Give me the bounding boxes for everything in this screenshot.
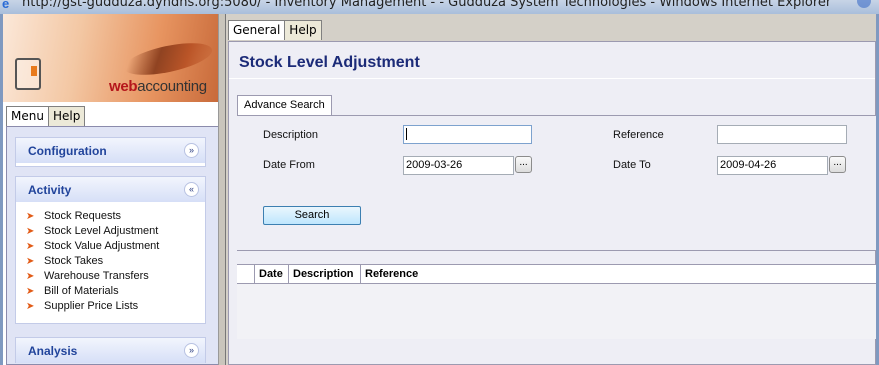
description-field[interactable] [403, 125, 532, 144]
chevron-double-up-icon[interactable]: « [184, 182, 199, 197]
sidebar-item-warehouse-transfers[interactable]: ➤ Warehouse Transfers [26, 270, 149, 285]
title-divider [229, 78, 875, 79]
main-tab-strip: General Help [228, 20, 322, 41]
brand-name-rest: accounting [137, 78, 207, 95]
section-activity-label: Activity [28, 183, 72, 197]
sidebar-item-stock-level-adjustment[interactable]: ➤ Stock Level Adjustment [26, 225, 158, 240]
chevron-double-down-icon[interactable]: » [184, 343, 199, 358]
section-configuration[interactable]: Configuration » [15, 137, 206, 163]
sidebar-item-stock-value-adjustment[interactable]: ➤ Stock Value Adjustment [26, 240, 159, 255]
sidebar-item-label: Bill of Materials [44, 285, 119, 297]
date-from-picker-button[interactable]: ... [515, 156, 532, 173]
tab-menu[interactable]: Menu [6, 106, 49, 126]
section-activity[interactable]: Activity « [15, 176, 206, 202]
date-from-field[interactable]: 2009-03-26 [403, 156, 514, 175]
webaccounting-logo: webaccounting [3, 14, 218, 102]
sidebar-item-label: Stock Level Adjustment [44, 225, 159, 237]
page-title: Stock Level Adjustment [239, 54, 420, 71]
main-content: Stock Level Adjustment Advance Search De… [228, 41, 877, 365]
left-pane: webaccounting Menu Help Configuration » A… [0, 14, 219, 365]
search-button[interactable]: Search [263, 206, 361, 225]
reference-label: Reference [613, 129, 664, 141]
brush-stroke-decoration [121, 36, 215, 82]
tab-help-main[interactable]: Help [284, 20, 322, 40]
results-table: Date Description Reference [237, 264, 877, 339]
sidebar-menu: Configuration » Activity « ➤ Stock Reques… [6, 126, 219, 365]
window-title-bar: e http://gst-gudduza.dyndns.org:5080/ - … [0, 0, 879, 14]
section-analysis[interactable]: Analysis » [15, 337, 206, 363]
arrow-right-icon: ➤ [26, 256, 35, 267]
left-tab-strip: Menu Help [6, 106, 86, 126]
text-caret [406, 128, 407, 141]
sidebar-item-stock-takes[interactable]: ➤ Stock Takes [26, 255, 103, 270]
main-pane: General Help Stock Level Adjustment Advan… [226, 14, 879, 365]
tab-general[interactable]: General [228, 20, 286, 40]
table-header-description[interactable]: Description [289, 265, 361, 284]
sidebar-item-label: Stock Value Adjustment [44, 240, 160, 252]
brand-name: webaccounting [109, 78, 207, 95]
sidebar-item-label: Supplier Price Lists [44, 300, 139, 312]
section-analysis-label: Analysis [28, 344, 78, 358]
window-controls[interactable] [857, 0, 871, 8]
document-icon [15, 58, 41, 90]
sidebar-item-label: Warehouse Transfers [44, 270, 149, 282]
results-table-header: Date Description Reference [237, 265, 877, 284]
arrow-right-icon: ➤ [26, 211, 35, 222]
date-to-label: Date To [613, 159, 651, 171]
date-from-value: 2009-03-26 [406, 159, 463, 171]
tab-advance-search[interactable]: Advance Search [237, 95, 332, 116]
description-label: Description [263, 129, 319, 141]
arrow-right-icon: ➤ [26, 271, 35, 282]
sidebar-item-supplier-price-lists[interactable]: ➤ Supplier Price Lists [26, 300, 138, 315]
chevron-double-down-icon[interactable]: » [184, 143, 199, 158]
arrow-right-icon: ➤ [26, 286, 35, 297]
tab-help-left[interactable]: Help [47, 106, 86, 126]
arrow-right-icon: ➤ [26, 226, 35, 237]
brand-name-bold: web [109, 78, 138, 95]
reference-field[interactable] [717, 125, 847, 144]
section-configuration-body [15, 163, 206, 167]
sidebar-item-stock-requests[interactable]: ➤ Stock Requests [26, 210, 121, 225]
sidebar-item-bill-of-materials[interactable]: ➤ Bill of Materials [26, 285, 119, 300]
search-form: Description Reference Date From 2009-03-… [237, 115, 877, 251]
date-to-field[interactable]: 2009-04-26 [717, 156, 828, 175]
date-to-value: 2009-04-26 [720, 159, 777, 171]
ie-logo-icon: e [2, 0, 10, 11]
table-header-date[interactable]: Date [255, 265, 289, 284]
pane-splitter[interactable] [218, 14, 226, 365]
sidebar-item-label: Stock Takes [44, 255, 104, 267]
section-configuration-label: Configuration [28, 144, 107, 158]
date-to-picker-button[interactable]: ... [829, 156, 846, 173]
arrow-right-icon: ➤ [26, 301, 35, 312]
sidebar-item-label: Stock Requests [44, 210, 122, 222]
table-header-select [237, 265, 255, 284]
window-title: http://gst-gudduza.dyndns.org:5080/ - In… [22, 0, 832, 10]
section-activity-body: ➤ Stock Requests ➤ Stock Level Adjustment … [15, 202, 206, 324]
date-from-label: Date From [263, 159, 315, 171]
arrow-right-icon: ➤ [26, 241, 35, 252]
table-header-reference[interactable]: Reference [361, 265, 877, 284]
